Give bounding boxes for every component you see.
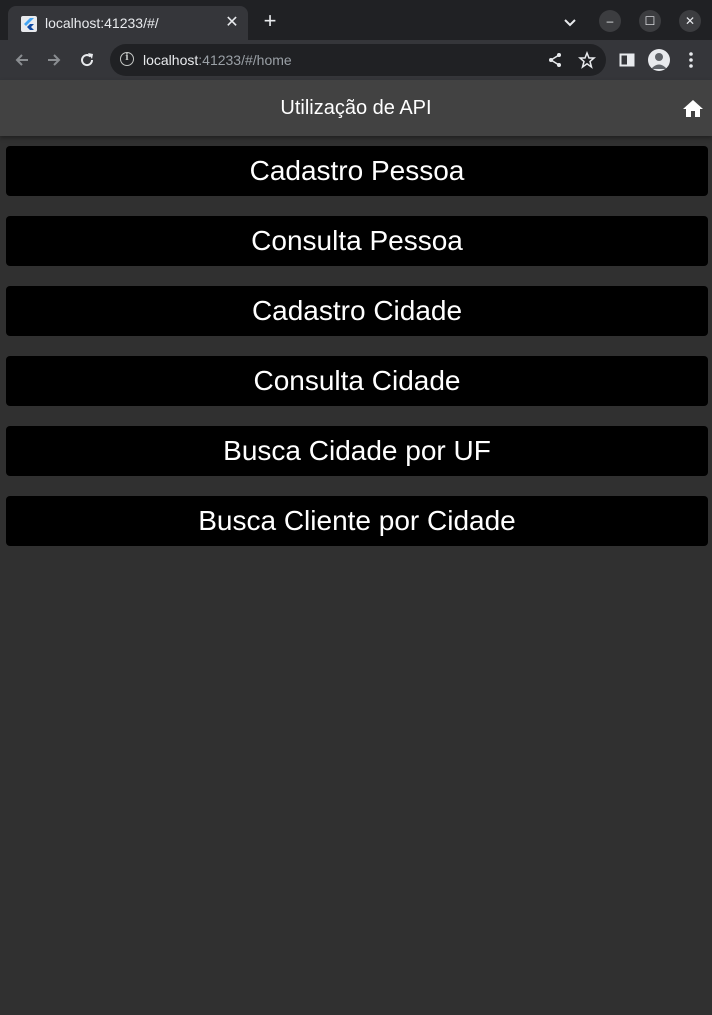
browser-tab[interactable]: localhost:41233/#/ ✕ [8, 6, 248, 40]
consulta-cidade-button[interactable]: Consulta Cidade [6, 356, 708, 406]
cadastro-cidade-button[interactable]: Cadastro Cidade [6, 286, 708, 336]
page-title: Utilização de API [280, 97, 432, 119]
menu-list: Cadastro Pessoa Consulta Pessoa Cadastro… [0, 136, 712, 1015]
browser-tab-strip: localhost:41233/#/ ✕ + – ☐ ✕ [0, 0, 712, 40]
busca-cliente-por-cidade-button[interactable]: Busca Cliente por Cidade [6, 496, 708, 546]
browser-menu-icon[interactable] [681, 50, 701, 70]
side-panel-icon[interactable] [617, 50, 637, 70]
close-window-button[interactable]: ✕ [679, 10, 701, 32]
tab-title: localhost:41233/#/ [45, 15, 159, 31]
new-tab-button[interactable]: + [259, 10, 281, 32]
back-arrow-icon[interactable] [12, 50, 32, 70]
minimize-button[interactable]: – [599, 10, 621, 32]
cadastro-pessoa-button[interactable]: Cadastro Pessoa [6, 146, 708, 196]
browser-toolbar: i localhost:41233/#/home [0, 40, 712, 80]
profile-avatar-icon[interactable] [648, 49, 670, 71]
reload-icon[interactable] [77, 50, 97, 70]
consulta-pessoa-button[interactable]: Consulta Pessoa [6, 216, 708, 266]
tab-search-chevron-icon[interactable] [560, 12, 580, 32]
maximize-button[interactable]: ☐ [639, 10, 661, 32]
home-icon[interactable] [681, 97, 705, 121]
site-info-icon[interactable]: i [120, 52, 134, 66]
address-bar[interactable]: i localhost:41233/#/home [110, 44, 606, 76]
flutter-favicon-icon [21, 16, 37, 32]
share-icon[interactable] [545, 50, 565, 70]
tab-close-icon[interactable]: ✕ [222, 13, 242, 33]
app-bar: Utilização de API [0, 80, 712, 136]
bookmark-star-icon[interactable] [577, 50, 597, 70]
busca-cidade-por-uf-button[interactable]: Busca Cidade por UF [6, 426, 708, 476]
url-text: localhost:41233/#/home [143, 52, 292, 68]
forward-arrow-icon[interactable] [44, 50, 64, 70]
